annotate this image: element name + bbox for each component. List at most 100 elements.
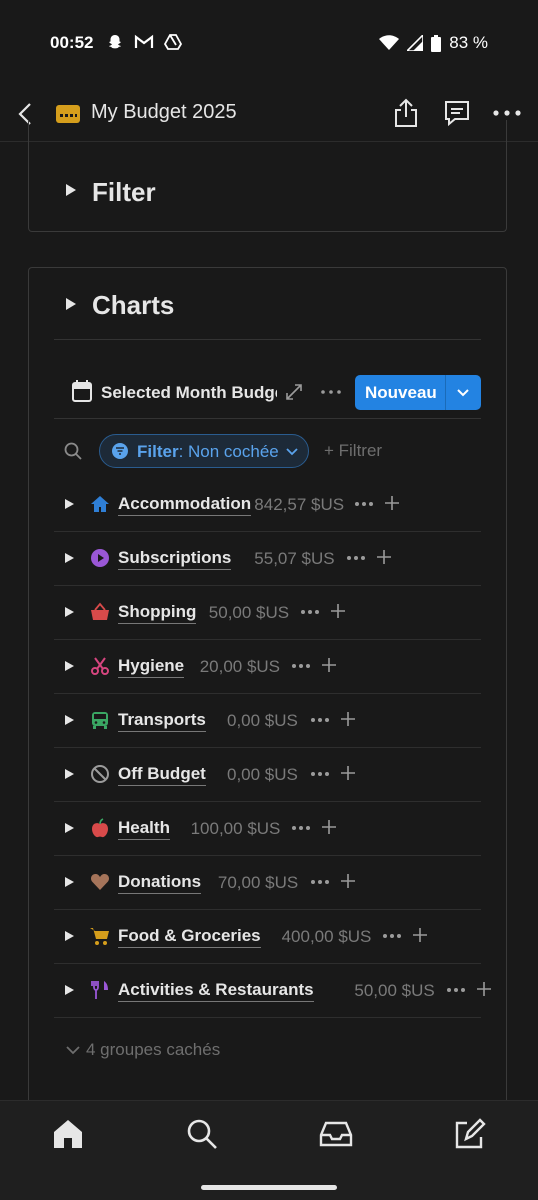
group-name[interactable]: Donations xyxy=(118,872,202,894)
status-time: 00:52 xyxy=(50,33,94,52)
group-row[interactable]: Health 100,00 $US xyxy=(54,802,481,856)
group-more-icon[interactable] xyxy=(346,552,366,564)
group-row[interactable]: Subscriptions 55,07 $US xyxy=(54,532,481,586)
chevron-down-icon[interactable] xyxy=(456,386,470,400)
group-toggle[interactable] xyxy=(65,931,74,941)
group-row[interactable]: Off Budget 0,00 $US xyxy=(54,748,481,802)
group-toggle[interactable] xyxy=(65,715,74,725)
new-button-divider xyxy=(445,375,446,410)
view-name[interactable]: Selected Month Budget xyxy=(101,383,277,403)
edit-icon[interactable] xyxy=(453,1117,487,1151)
group-add-icon[interactable] xyxy=(412,928,427,942)
group-toggle[interactable] xyxy=(65,661,74,671)
new-button[interactable]: Nouveau xyxy=(355,375,481,410)
group-name[interactable]: Food & Groceries xyxy=(118,926,261,948)
group-more-icon[interactable] xyxy=(300,606,320,618)
group-more-icon[interactable] xyxy=(354,498,374,510)
group-name[interactable]: Hygiene xyxy=(118,656,185,678)
expand-icon[interactable] xyxy=(286,384,302,400)
calendar-icon xyxy=(72,380,92,402)
view-more-icon[interactable] xyxy=(320,383,342,401)
group-more-icon[interactable] xyxy=(446,984,466,996)
group-add-icon[interactable] xyxy=(340,874,355,888)
filter-icon xyxy=(112,443,128,459)
group-toggle[interactable] xyxy=(65,769,74,779)
group-name[interactable]: Health xyxy=(118,818,170,840)
bottom-nav xyxy=(0,1100,538,1200)
group-toggle[interactable] xyxy=(65,553,74,563)
group-toggle[interactable] xyxy=(65,607,74,617)
group-toggle[interactable] xyxy=(65,985,74,995)
filter-chip-value: : Non cochée xyxy=(178,442,279,461)
group-amount: 70,00 $US xyxy=(217,873,299,892)
basket-icon xyxy=(91,602,109,620)
group-amount: 50,00 $US xyxy=(208,603,290,622)
heart-icon xyxy=(90,873,110,890)
group-more-icon[interactable] xyxy=(291,822,311,834)
add-filter-button[interactable]: + Filtrer xyxy=(324,441,382,461)
chevron-down-icon xyxy=(286,448,298,456)
group-amount: 400,00 $US xyxy=(281,927,372,946)
notification-icons xyxy=(106,33,182,51)
filter-card: Filter xyxy=(28,120,507,232)
group-amount: 100,00 $US xyxy=(190,819,281,838)
wifi-icon xyxy=(379,35,400,50)
group-toggle[interactable] xyxy=(65,823,74,833)
group-row[interactable]: Transports 0,00 $US xyxy=(54,694,481,748)
group-more-icon[interactable] xyxy=(291,660,311,672)
home-indicator[interactable] xyxy=(201,1185,337,1190)
search-icon[interactable] xyxy=(64,442,82,460)
system-icons: 83 % xyxy=(379,33,488,53)
search-icon[interactable] xyxy=(185,1117,219,1151)
filter-chip-label: Filter xyxy=(137,442,179,461)
group-more-icon[interactable] xyxy=(310,714,330,726)
group-amount: 0,00 $US xyxy=(227,711,298,730)
charts-heading[interactable]: Charts xyxy=(92,290,174,321)
group-row[interactable]: Donations 70,00 $US xyxy=(54,856,481,910)
group-add-icon[interactable] xyxy=(321,820,336,834)
group-name[interactable]: Off Budget xyxy=(118,764,206,786)
filter-heading[interactable]: Filter xyxy=(92,177,156,208)
group-name[interactable]: Accommodation xyxy=(118,494,252,516)
filter-chip[interactable]: Filter: Non cochée xyxy=(99,434,309,468)
group-add-icon[interactable] xyxy=(341,766,356,780)
group-add-icon[interactable] xyxy=(341,712,356,726)
group-amount: 0,00 $US xyxy=(227,765,298,784)
group-name[interactable]: Subscriptions xyxy=(118,548,232,570)
play-circle-icon xyxy=(91,549,109,567)
filter-chip-text: Filter: Non cochée xyxy=(137,442,279,462)
group-more-icon[interactable] xyxy=(382,930,402,942)
prohibited-icon xyxy=(91,765,109,783)
group-add-icon[interactable] xyxy=(331,604,346,618)
group-row[interactable]: Food & Groceries 400,00 $US xyxy=(54,910,481,964)
inbox-icon[interactable] xyxy=(319,1117,353,1151)
group-row[interactable]: Hygiene 20,00 $US xyxy=(54,640,481,694)
group-more-icon[interactable] xyxy=(310,768,330,780)
group-toggle[interactable] xyxy=(65,499,74,509)
charts-toggle[interactable] xyxy=(66,298,76,310)
signal-icon xyxy=(407,35,424,51)
group-add-icon[interactable] xyxy=(477,982,491,996)
view-divider xyxy=(54,418,481,419)
group-toggle[interactable] xyxy=(65,877,74,887)
group-more-icon[interactable] xyxy=(310,876,330,888)
hidden-groups-toggle[interactable]: 4 groupes cachés xyxy=(66,1040,220,1060)
chevron-down-icon xyxy=(66,1046,80,1055)
snapchat-icon xyxy=(109,35,121,49)
group-row[interactable]: Activities & Restaurants 50,00 $US xyxy=(54,964,491,1018)
group-row[interactable]: Shopping 50,00 $US xyxy=(54,586,481,640)
group-name[interactable]: Transports xyxy=(118,710,206,732)
group-name[interactable]: Activities & Restaurants xyxy=(118,980,314,1002)
group-name[interactable]: Shopping xyxy=(118,602,197,624)
group-add-icon[interactable] xyxy=(385,496,400,510)
home-icon[interactable] xyxy=(51,1117,85,1151)
status-bar: 00:52 83 % xyxy=(0,0,538,88)
group-add-icon[interactable] xyxy=(322,658,337,672)
filter-toggle[interactable] xyxy=(66,184,76,196)
charts-divider xyxy=(54,339,481,340)
new-button-label: Nouveau xyxy=(365,383,437,402)
apple-icon xyxy=(92,818,108,838)
group-add-icon[interactable] xyxy=(376,550,391,564)
group-row[interactable]: Accommodation 842,57 $US xyxy=(54,478,481,532)
group-amount: 20,00 $US xyxy=(199,657,281,676)
